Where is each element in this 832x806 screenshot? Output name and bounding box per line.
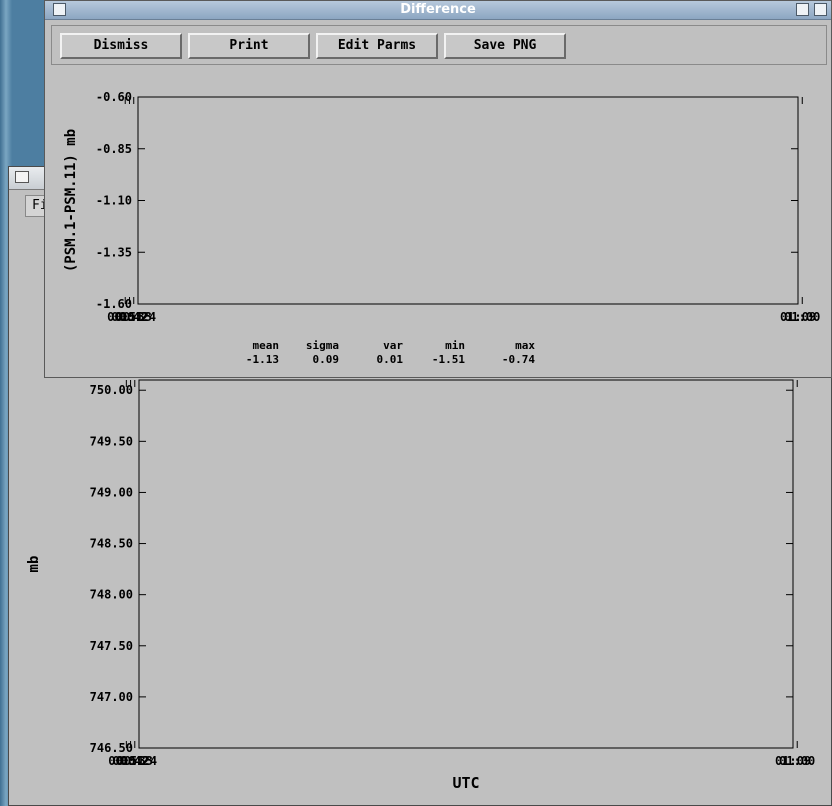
plot-frame <box>138 379 794 749</box>
stat-header: var <box>383 339 403 352</box>
y-tick-label: 749.00 <box>90 485 133 499</box>
x-tick-label: 00:51 <box>107 310 143 324</box>
stat-header: sigma <box>306 339 339 352</box>
y-tick-label: -0.85 <box>96 142 132 156</box>
stat-value: -1.51 <box>432 353 465 366</box>
y-tick-label: 748.00 <box>90 588 133 602</box>
y-tick-label: 750.00 <box>90 383 133 397</box>
stat-value: -1.13 <box>246 353 279 366</box>
stat-header: min <box>445 339 465 352</box>
x-tick-label: 01:09 <box>780 310 816 324</box>
x-axis-label: UTC <box>452 774 479 792</box>
stat-value: 0.01 <box>377 353 404 366</box>
y-tick-label: 747.50 <box>90 639 133 653</box>
y-tick-label: 748.50 <box>90 537 133 551</box>
difference-window: Difference Dismiss Print Edit Parms Save… <box>44 0 832 378</box>
y-tick-label: 747.00 <box>90 690 133 704</box>
y-tick-label: -0.60 <box>96 90 132 104</box>
y-tick-label: -1.60 <box>96 297 132 311</box>
y-axis-label: mb <box>26 556 42 573</box>
stat-header: max <box>515 339 535 352</box>
stat-value: 0.09 <box>313 353 340 366</box>
y-axis-label: (PSM.1-PSM.11) mb <box>63 129 79 272</box>
x-tick-label: 00:51 <box>108 754 144 768</box>
y-tick-label: -1.35 <box>96 245 132 259</box>
y-tick-label: -1.10 <box>96 194 132 208</box>
stat-header: mean <box>253 339 280 352</box>
plot-frame <box>137 96 799 305</box>
y-tick-label: 746.50 <box>90 741 133 755</box>
y-tick-label: 749.50 <box>90 434 133 448</box>
x-tick-label: 01:09 <box>775 754 811 768</box>
difference-chart: 00:2400:3300:4200:51 01:0001:09-0.60-0.85… <box>63 90 820 366</box>
stat-value: -0.74 <box>502 353 535 366</box>
